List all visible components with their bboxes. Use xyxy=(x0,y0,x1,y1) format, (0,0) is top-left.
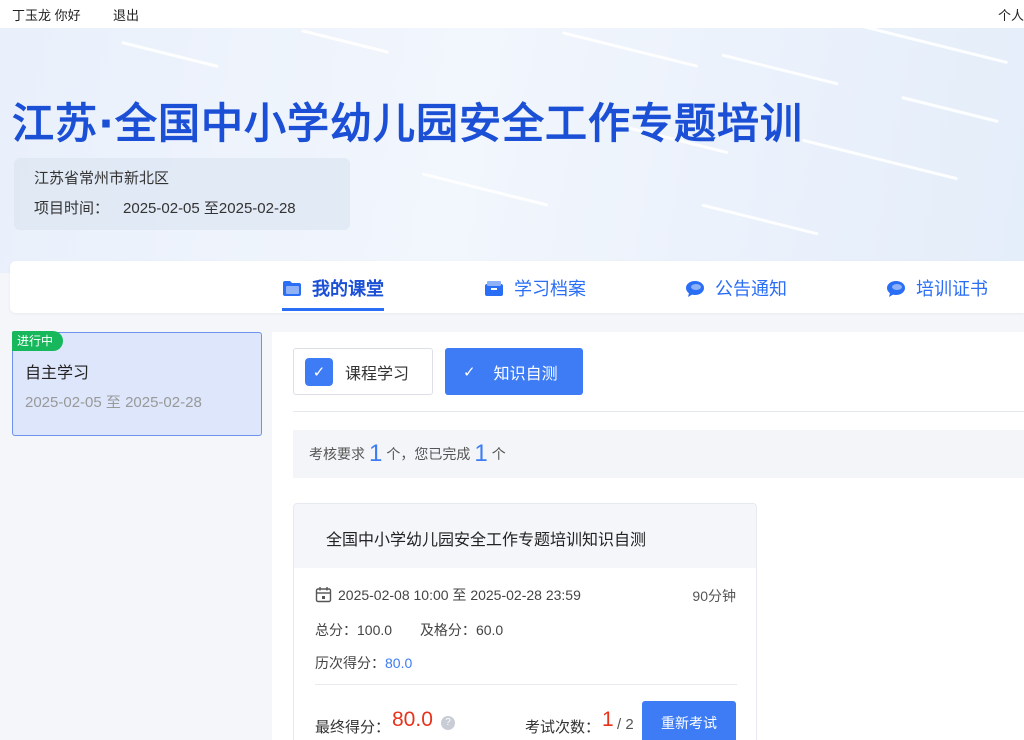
nav-my-classroom[interactable]: 我的课堂 xyxy=(282,275,384,311)
exam-time-text: 2025-02-08 10:00 至 2025-02-28 23:59 xyxy=(338,587,581,603)
exam-history: 历次得分：80.0 xyxy=(315,653,412,673)
nav-label: 我的课堂 xyxy=(312,279,384,299)
pass-score-label: 及格分： xyxy=(419,622,476,638)
history-score[interactable]: 80.0 xyxy=(385,655,412,671)
project-period-dates: 2025-02-05 至2025-02-28 xyxy=(123,200,296,217)
top-bar: 丁玉龙 你好 退出 个人 xyxy=(0,0,1024,28)
attempts-used: 1 xyxy=(602,708,614,731)
pass-score: 60.0 xyxy=(475,622,504,638)
exam-title: 全国中小学幼儿园安全工作专题培训知识自测 xyxy=(294,504,756,568)
chat-bubble-icon xyxy=(686,280,704,297)
project-region: 江苏省常州市新北区 xyxy=(34,170,170,187)
divider xyxy=(293,411,1024,412)
chat-bubble-icon xyxy=(887,280,905,297)
exam-card: 全国中小学幼儿园安全工作专题培训知识自测 2025-02-08 10:00 至 … xyxy=(293,503,757,740)
retake-exam-button[interactable]: 重新考试 xyxy=(642,701,736,740)
requirement-mid: 个，您已完成 xyxy=(386,446,471,462)
nav-label: 培训证书 xyxy=(916,279,988,299)
exam-duration: 90分钟 xyxy=(692,588,736,604)
check-icon: ✓ xyxy=(305,357,333,386)
project-period: 项目时间： 2025-02-05 至2025-02-28 xyxy=(34,197,296,218)
stage-card-self-study[interactable]: 进行中 自主学习 2025-02-05 至 2025-02-28 xyxy=(12,331,262,436)
project-info-box: 江苏省常州市新北区 项目时间： 2025-02-05 至2025-02-28 xyxy=(14,158,350,230)
project-period-label: 项目时间： xyxy=(34,200,110,217)
assessment-requirement: 考核要求 1 个，您已完成 1 个 xyxy=(293,430,1024,478)
folder-icon xyxy=(283,280,301,296)
calendar-icon xyxy=(315,587,332,603)
history-score-label: 历次得分： xyxy=(315,655,385,671)
status-badge: 进行中 xyxy=(12,331,63,351)
personal-center-link[interactable]: 个人 xyxy=(998,5,1024,24)
exam-time-range: 2025-02-08 10:00 至 2025-02-28 23:59 xyxy=(315,585,581,605)
requirement-suffix: 个 xyxy=(491,446,506,462)
divider xyxy=(315,684,737,685)
nav-announcements[interactable]: 公告通知 xyxy=(685,275,787,301)
tab-knowledge-self-test[interactable]: ✓ 知识自测 xyxy=(445,348,583,395)
required-count: 1 xyxy=(369,440,383,467)
nav-certificates[interactable]: 培训证书 xyxy=(886,275,988,301)
stage-date-range: 2025-02-05 至 2025-02-28 xyxy=(25,394,202,411)
final-score: 80.0 xyxy=(392,708,433,731)
help-icon[interactable]: ? xyxy=(441,716,455,730)
final-score-label: 最终得分： xyxy=(315,719,391,736)
total-score-label: 总分： xyxy=(315,622,357,638)
archive-icon xyxy=(485,280,503,296)
tab-course-study[interactable]: ✓ 课程学习 xyxy=(293,348,433,395)
attempts-label: 考试次数： xyxy=(525,719,601,736)
stage-sidebar: 进行中 自主学习 2025-02-05 至 2025-02-28 xyxy=(0,322,272,740)
tab-label: 课程学习 xyxy=(345,365,410,383)
logout-link[interactable]: 退出 xyxy=(113,5,139,24)
main-nav: 我的课堂 学习档案 公告通知 培训证书 xyxy=(10,261,1024,313)
attempts-total: / 2 xyxy=(617,716,634,733)
project-title: 江苏·全国中小学幼儿园安全工作专题培训 xyxy=(12,99,803,148)
user-greeting: 丁玉龙 你好 xyxy=(12,8,81,23)
requirement-prefix: 考核要求 xyxy=(309,446,365,462)
tab-label: 知识自测 xyxy=(493,365,558,383)
stage-name: 自主学习 xyxy=(25,365,90,382)
exam-score-info: 总分：100.0 及格分：60.0 xyxy=(315,620,503,640)
nav-label: 公告通知 xyxy=(715,279,787,299)
stage-content: ✓ 课程学习 ✓ 知识自测 考核要求 1 个，您已完成 1 个 全国中小学幼儿园… xyxy=(272,332,1024,740)
project-banner: 江苏·全国中小学幼儿园安全工作专题培训 江苏省常州市新北区 项目时间： 2025-… xyxy=(0,28,1024,273)
nav-learning-archive[interactable]: 学习档案 xyxy=(484,275,586,301)
nav-label: 学习档案 xyxy=(514,279,586,299)
check-icon: ✓ xyxy=(463,363,476,381)
total-score: 100.0 xyxy=(357,622,393,638)
completed-count: 1 xyxy=(474,440,488,467)
